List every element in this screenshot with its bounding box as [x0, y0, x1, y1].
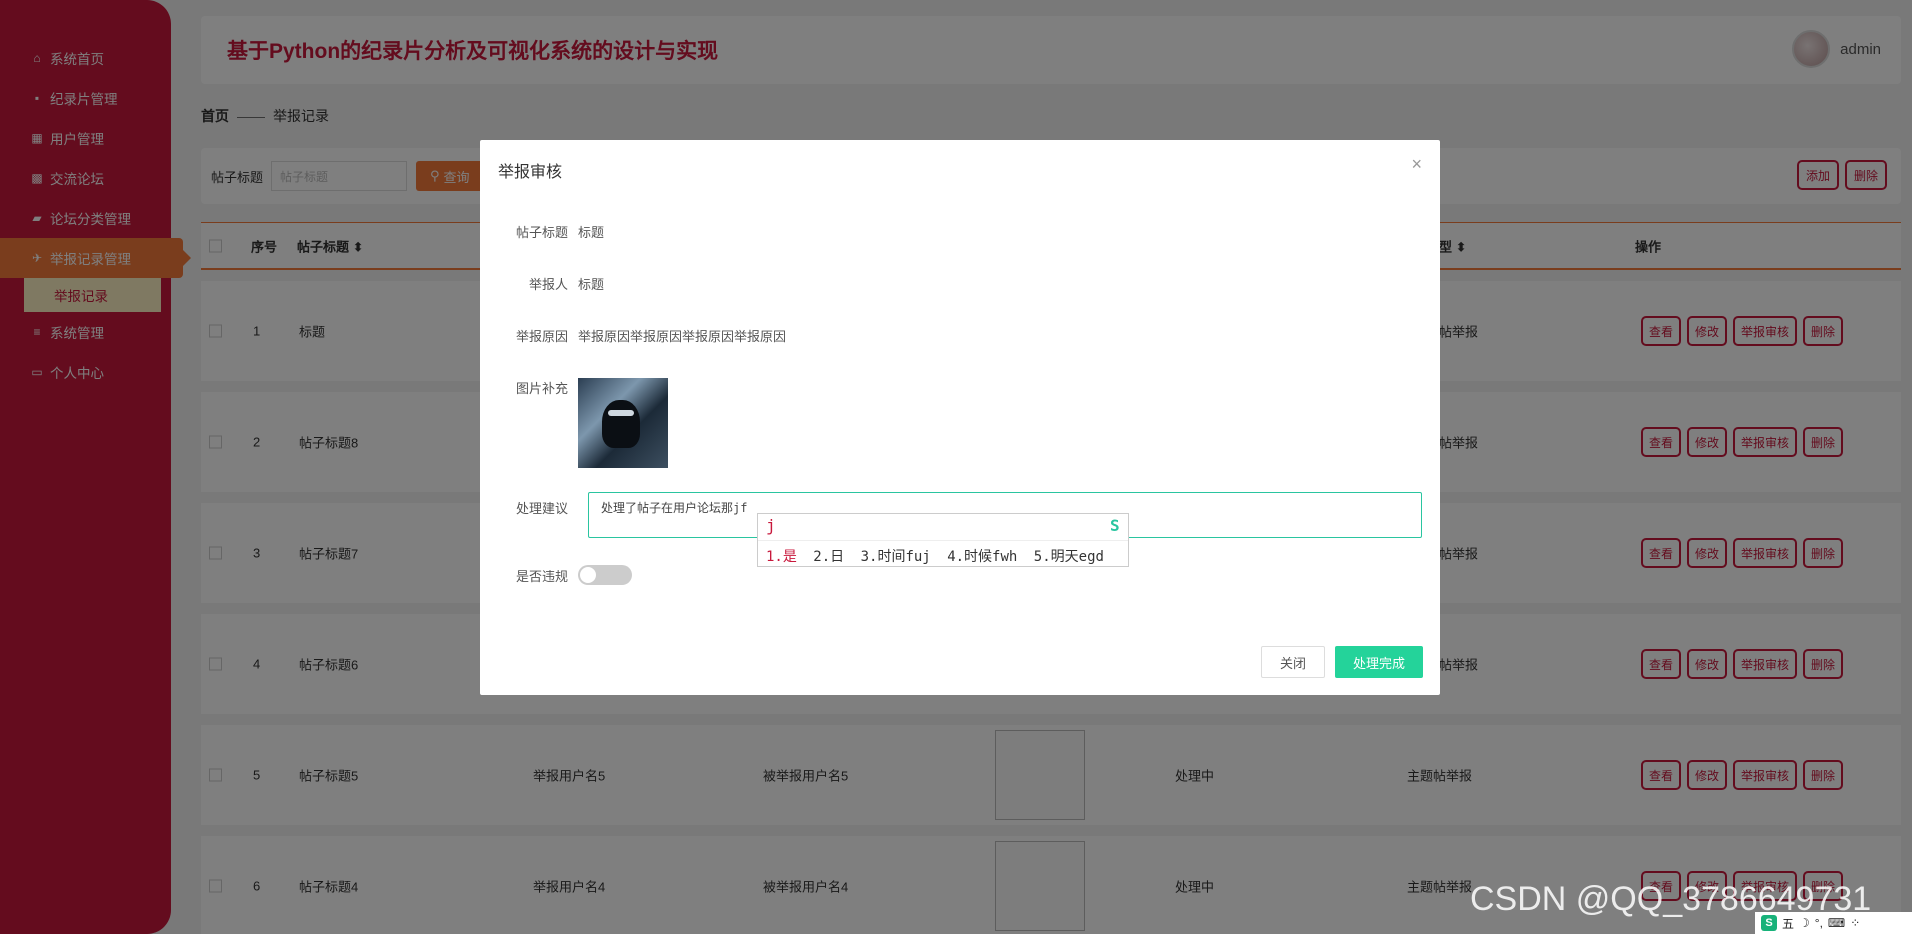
field-reporter: 举报人 标题	[480, 274, 604, 293]
ime-composition: j	[766, 516, 776, 535]
ime-candidate[interactable]: 4.时候fwh	[947, 549, 1017, 565]
field-post-title: 帖子标题 标题	[480, 222, 604, 241]
keyboard-icon[interactable]: ⌨	[1828, 916, 1845, 930]
field-suggestion: 处理建议	[480, 498, 578, 517]
post-title-value: 标题	[578, 225, 605, 240]
suggestion-label: 处理建议	[515, 501, 568, 516]
reporter-label: 举报人	[528, 277, 568, 292]
violation-toggle[interactable]	[578, 565, 632, 585]
report-review-dialog: 举报审核 × 帖子标题 标题 举报人 标题 举报原因 举报原因举报原因举报原因举…	[480, 140, 1440, 695]
dialog-title: 举报审核	[498, 164, 563, 181]
punctuation-icon[interactable]: °,	[1815, 916, 1823, 930]
ime-logo-icon: S	[1110, 516, 1120, 535]
post-title-label: 帖子标题	[515, 225, 568, 240]
reporter-value: 标题	[578, 277, 605, 292]
image-label: 图片补充	[515, 381, 568, 396]
close-icon[interactable]: ×	[1411, 154, 1422, 175]
ime-candidate-popup: j S 1.是 2.日 3.时间fuj 4.时候fwh 5.明天egd	[757, 513, 1129, 567]
field-image: 图片补充	[480, 378, 668, 468]
moon-icon[interactable]: ☽	[1799, 916, 1810, 930]
ime-candidate[interactable]: 1.是	[766, 549, 797, 565]
ime-mode[interactable]: 五	[1782, 915, 1794, 932]
field-violation: 是否违规	[480, 565, 632, 585]
close-button[interactable]: 关闭	[1261, 646, 1325, 678]
ime-tray: S 五 ☽ °, ⌨ ⁘	[1755, 912, 1912, 934]
reason-value: 举报原因举报原因举报原因举报原因	[578, 329, 787, 344]
report-image[interactable]	[578, 378, 668, 468]
ime-candidate[interactable]: 3.时间fuj	[861, 549, 931, 565]
violation-label: 是否违规	[515, 568, 568, 584]
ime-candidate[interactable]: 5.明天egd	[1034, 549, 1104, 565]
ime-divider	[758, 540, 1128, 541]
reason-label: 举报原因	[515, 329, 568, 344]
ime-candidate[interactable]: 2.日	[813, 549, 844, 565]
sogou-icon[interactable]: S	[1761, 915, 1777, 931]
ime-candidates: 1.是 2.日 3.时间fuj 4.时候fwh 5.明天egd	[766, 546, 1104, 566]
done-button[interactable]: 处理完成	[1335, 646, 1423, 678]
field-reason: 举报原因 举报原因举报原因举报原因举报原因	[480, 326, 786, 345]
more-icon[interactable]: ⁘	[1850, 916, 1860, 930]
